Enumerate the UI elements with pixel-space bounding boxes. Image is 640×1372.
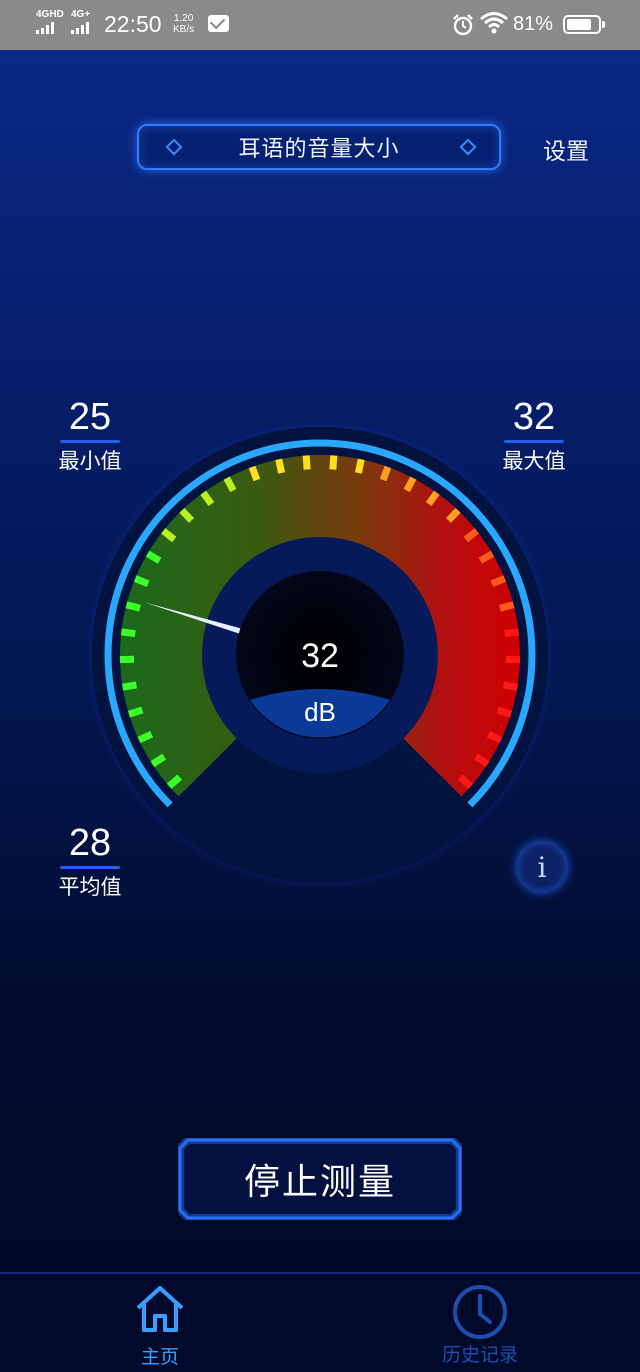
tab-home[interactable]: 主页 — [90, 1284, 230, 1369]
current-db-value: 32 — [301, 637, 339, 675]
gauge-tick — [379, 465, 392, 482]
gauge-tick — [125, 601, 141, 612]
sim1-network-type: 4GHD — [36, 9, 64, 20]
alarm-icon — [453, 14, 473, 36]
clock: 22:50 — [104, 11, 162, 37]
wifi-icon — [480, 12, 508, 34]
gauge-tick — [354, 458, 365, 474]
sim2-network-type: 4G+ — [71, 9, 91, 20]
mode-selector[interactable]: 耳语的音量大小 — [137, 124, 501, 170]
gauge-tick — [122, 681, 137, 691]
info-icon: i — [537, 850, 547, 884]
gauge-tick — [275, 458, 286, 474]
stop-measure-button[interactable]: 停止测量 — [178, 1138, 462, 1220]
gauge-tick — [133, 575, 150, 588]
gauge-tick — [329, 455, 338, 470]
network-speed: 1.20 KB/s — [173, 13, 194, 35]
gauge-tick — [127, 706, 144, 718]
network-speed-unit: KB/s — [173, 24, 195, 35]
prev-mode-icon[interactable] — [165, 138, 183, 156]
status-bar: 4GHD 4G+ 22:50 1.20 KB/s 81% — [0, 0, 640, 50]
tab-bar: 主页 历史记录 — [0, 1272, 640, 1372]
battery-level — [567, 19, 591, 30]
settings-button[interactable]: 设置 — [543, 132, 589, 166]
gauge-tick — [302, 455, 311, 470]
mode-label: 耳语的音量大小 — [238, 137, 400, 162]
gauge-tick — [499, 601, 515, 612]
mail-icon — [208, 15, 229, 32]
gauge-tick — [248, 465, 261, 482]
info-button[interactable]: i — [517, 842, 567, 892]
stop-measure-label: 停止测量 — [243, 1162, 396, 1203]
tab-history[interactable]: 历史记录 — [410, 1284, 550, 1367]
decibel-gauge: 32 dB — [85, 420, 555, 890]
network-speed-value: 1.20 — [173, 13, 194, 24]
tab-home-label: 主页 — [140, 1346, 179, 1368]
clock-icon — [453, 1285, 507, 1339]
battery-icon — [563, 15, 605, 34]
battery-percent: 81% — [513, 13, 554, 35]
gauge-tick — [504, 628, 520, 638]
next-mode-icon[interactable] — [459, 138, 477, 156]
signal-icon — [36, 22, 54, 34]
tab-history-label: 历史记录 — [441, 1344, 518, 1366]
home-icon — [136, 1286, 184, 1332]
signal-icon — [71, 22, 89, 34]
gauge-tick — [120, 628, 136, 638]
gauge-tick — [503, 681, 518, 691]
gauge-tick — [490, 575, 507, 588]
db-unit-label: dB — [304, 697, 336, 727]
gauge-tick — [496, 706, 513, 718]
